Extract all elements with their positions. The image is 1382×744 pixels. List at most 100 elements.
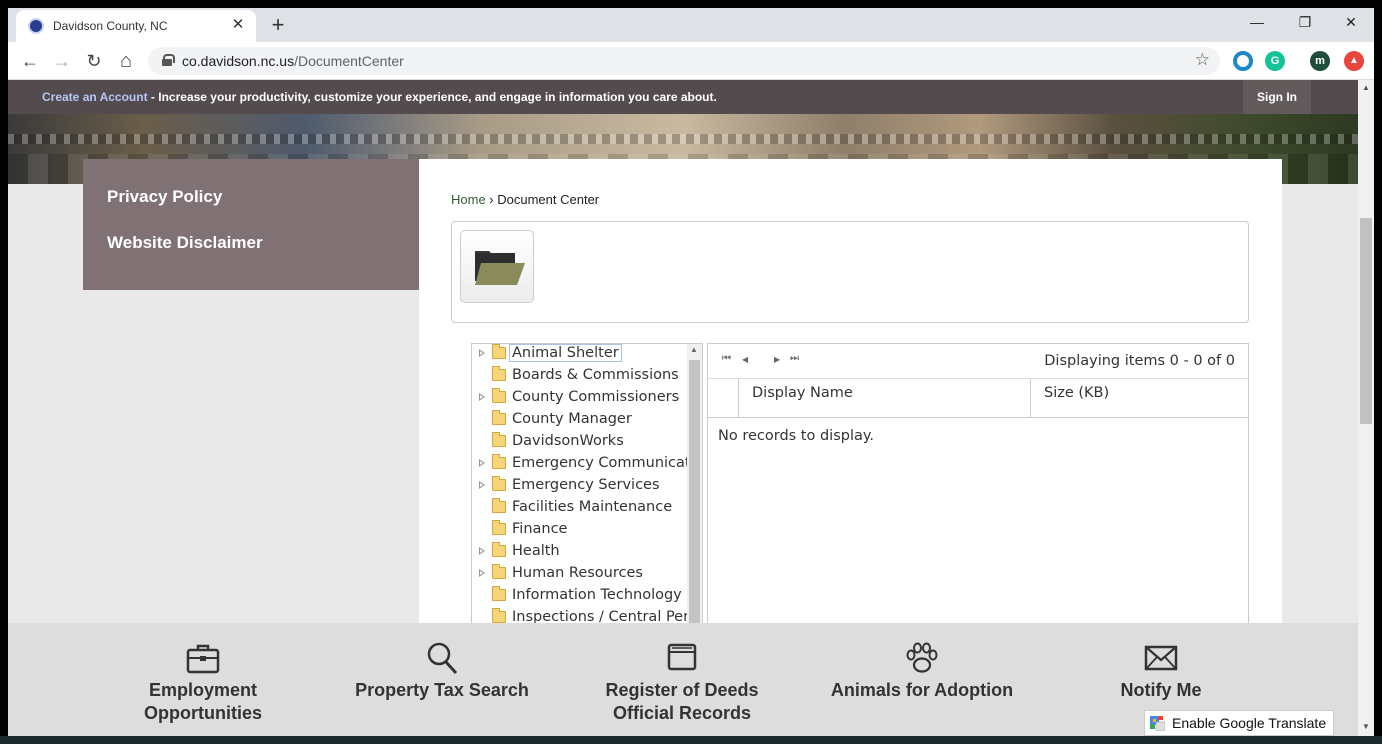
animals-adoption-label: Animals for Adoption: [830, 680, 1014, 700]
breadcrumb: Home › Document Center: [451, 192, 599, 207]
website-disclaimer-link[interactable]: Website Disclaimer: [107, 233, 263, 253]
expand-arrow-icon[interactable]: [479, 569, 485, 577]
folder-icon: [492, 432, 506, 447]
expand-arrow-icon[interactable]: [479, 481, 485, 489]
new-tab-button[interactable]: +: [266, 12, 290, 38]
page-scrollbar[interactable]: ▲ ▼: [1358, 80, 1374, 736]
tree-item-label: Human Resources: [512, 565, 643, 581]
home-button[interactable]: ⌂: [114, 49, 138, 73]
tree-item-label: Emergency Communicati: [512, 455, 695, 471]
address-bar[interactable]: co.davidson.nc.us/DocumentCenter ☆: [148, 47, 1220, 75]
employment-label-line2: Opportunities: [144, 703, 262, 723]
tree-scroll-thumb[interactable]: [689, 360, 700, 633]
sign-in-button[interactable]: Sign In: [1243, 80, 1311, 114]
open-folder-button[interactable]: [460, 230, 534, 303]
property-tax-label: Property Tax Search: [355, 680, 529, 700]
tree-scrollbar[interactable]: ▲: [687, 344, 702, 633]
breadcrumb-separator: ›: [485, 192, 498, 207]
paw-icon: [906, 642, 938, 673]
privacy-policy-link[interactable]: Privacy Policy: [107, 187, 222, 207]
tree-item-label: Boards & Commissions: [512, 367, 679, 383]
expand-arrow-icon[interactable]: [479, 393, 485, 401]
bookmark-star-icon[interactable]: ☆: [1195, 50, 1210, 70]
tree-item[interactable]: County Manager: [472, 410, 687, 432]
create-account-link[interactable]: Create an Account: [42, 90, 148, 104]
tree-item[interactable]: Emergency Communicati: [472, 454, 695, 476]
tree-item[interactable]: Finance: [472, 520, 687, 542]
tree-item[interactable]: Health: [472, 542, 687, 564]
browser-window: Davidson County, NC ✕ + — ❐ ✕ ← → ↻ ⌂ co…: [8, 8, 1374, 736]
tree-item[interactable]: County Commissioners: [472, 388, 687, 410]
account-message-text: - Increase your productivity, customize …: [147, 90, 717, 104]
register-of-deeds-link[interactable]: Register of Deeds Official Records: [562, 623, 802, 736]
briefcase-icon: [186, 644, 220, 674]
folder-icon: [492, 344, 506, 359]
column-divider: [738, 379, 739, 417]
tree-item-label: DavidsonWorks: [512, 433, 624, 449]
page-scroll-up-icon[interactable]: ▲: [1362, 83, 1370, 92]
register-deeds-label-line2: Official Records: [612, 703, 752, 723]
window-close-button[interactable]: ✕: [1336, 14, 1366, 31]
tree-item-label: Finance: [512, 521, 568, 537]
url-path: /DocumentCenter: [294, 53, 404, 69]
expand-arrow-icon[interactable]: [479, 349, 485, 357]
url-text: co.davidson.nc.us/DocumentCenter: [182, 53, 404, 69]
folder-icon: [492, 498, 506, 513]
minimize-button[interactable]: —: [1242, 14, 1272, 30]
animals-for-adoption-link[interactable]: Animals for Adoption: [802, 623, 1042, 736]
grid-header: Display Name Size (KB): [708, 379, 1248, 418]
expand-arrow-icon[interactable]: [479, 459, 485, 467]
open-folder-icon: [475, 251, 525, 285]
notify-me-label: Notify Me: [1120, 680, 1202, 700]
property-tax-search-link[interactable]: Property Tax Search: [322, 623, 562, 736]
page-scroll-down-icon[interactable]: ▼: [1362, 722, 1370, 731]
back-button[interactable]: ←: [18, 49, 42, 73]
extension-circle-icon[interactable]: [1233, 51, 1253, 71]
tab-strip: Davidson County, NC ✕ + — ❐ ✕: [8, 8, 1374, 42]
pager-last-icon[interactable]: ⏭: [790, 353, 799, 364]
pager-next-icon[interactable]: ▶: [774, 355, 780, 364]
account-bar: Create an Account - Increase your produc…: [8, 80, 1358, 114]
tree-item[interactable]: Boards & Commissions: [472, 366, 687, 388]
profile-avatar[interactable]: m: [1310, 51, 1330, 71]
maximize-button[interactable]: ❐: [1290, 14, 1320, 31]
grid-pager: ⏮ ◀ ▶ ⏭ Displaying items 0 - 0 of 0: [708, 344, 1248, 379]
web-page: Create an Account - Increase your produc…: [8, 80, 1358, 736]
google-translate-button[interactable]: Enable Google Translate: [1144, 710, 1334, 736]
no-records-message: No records to display.: [718, 428, 875, 444]
forward-button[interactable]: →: [50, 49, 74, 73]
google-translate-label: Enable Google Translate: [1172, 715, 1327, 731]
page-scroll-thumb[interactable]: [1360, 218, 1372, 424]
folder-icon: [492, 454, 506, 469]
upload-extension-icon[interactable]: ▲: [1344, 51, 1364, 71]
breadcrumb-home-link[interactable]: Home: [451, 192, 486, 207]
side-navigation: Privacy Policy Website Disclaimer: [83, 159, 419, 290]
folder-icon: [492, 586, 506, 601]
county-seal-favicon-icon: [28, 18, 44, 34]
tree-item-label: County Commissioners: [512, 389, 680, 405]
employment-opportunities-link[interactable]: Employment Opportunities: [83, 623, 323, 736]
pager-first-icon[interactable]: ⏮: [722, 353, 731, 364]
grammarly-extension-icon[interactable]: G: [1265, 51, 1285, 71]
tree-item[interactable]: Animal Shelter: [472, 344, 687, 366]
browser-tab[interactable]: Davidson County, NC ✕: [16, 10, 256, 42]
scroll-up-icon[interactable]: ▲: [690, 345, 698, 354]
google-translate-icon: [1150, 716, 1165, 731]
display-name-column-header[interactable]: Display Name: [752, 385, 853, 401]
breadcrumb-current: Document Center: [497, 192, 600, 207]
tree-item-label: Animal Shelter: [509, 344, 622, 362]
tree-item-label: Health: [512, 543, 560, 559]
reload-button[interactable]: ↻: [82, 49, 106, 73]
tab-close-icon[interactable]: ✕: [228, 15, 248, 33]
magnifier-icon: [427, 642, 458, 675]
pager-prev-icon[interactable]: ◀: [742, 355, 748, 364]
tree-item[interactable]: DavidsonWorks: [472, 432, 687, 454]
tree-item[interactable]: Emergency Services: [472, 476, 687, 498]
tree-item[interactable]: Facilities Maintenance: [472, 498, 687, 520]
size-column-header[interactable]: Size (KB): [1044, 385, 1109, 401]
expand-arrow-icon[interactable]: [479, 547, 485, 555]
column-divider: [1030, 379, 1031, 417]
envelope-icon: [1144, 645, 1178, 671]
tree-item[interactable]: Information Technology: [472, 586, 687, 608]
tree-item[interactable]: Human Resources: [472, 564, 687, 586]
